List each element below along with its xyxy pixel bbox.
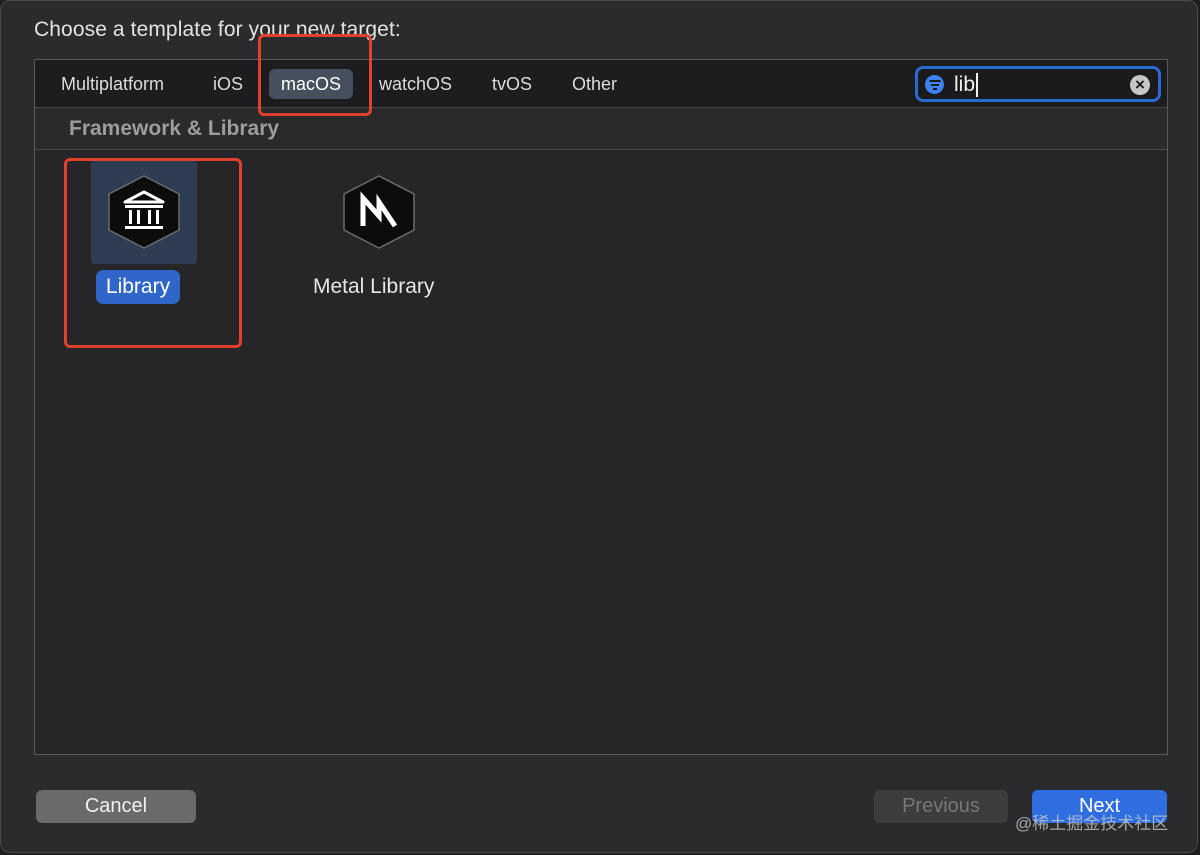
template-library[interactable]: Library: [68, 161, 208, 311]
section-title: Framework & Library: [69, 117, 280, 140]
tab-other[interactable]: Other: [560, 69, 629, 99]
template-metal-library[interactable]: Metal Library: [303, 161, 443, 311]
template-metal-library-label: Metal Library: [313, 275, 435, 298]
template-label: Library: [68, 270, 208, 304]
previous-button[interactable]: Previous: [874, 790, 1008, 823]
platform-tab-bar: Multiplatform iOS macOS watchOS tvOS Oth…: [35, 60, 1167, 108]
filter-icon[interactable]: [925, 75, 944, 94]
tab-watchos[interactable]: watchOS: [367, 69, 464, 99]
clear-icon[interactable]: ×: [1130, 75, 1150, 95]
new-target-sheet: Choose a template for your new target: M…: [0, 0, 1198, 853]
search-input[interactable]: lib: [954, 73, 979, 97]
template-chooser-panel: Multiplatform iOS macOS watchOS tvOS Oth…: [34, 59, 1168, 755]
tab-macos[interactable]: macOS: [269, 69, 354, 99]
library-building-icon: [108, 175, 180, 249]
template-library-label: Library: [95, 270, 181, 304]
cancel-button[interactable]: Cancel: [36, 790, 196, 823]
tab-tvos[interactable]: tvOS: [480, 69, 544, 99]
section-header: Framework & Library: [35, 108, 1167, 150]
tab-multiplatform[interactable]: Multiplatform: [49, 69, 176, 99]
dialog-prompt: Choose a template for your new target:: [34, 18, 401, 41]
template-label: Metal Library: [303, 270, 443, 304]
metal-m-icon: [343, 175, 415, 249]
watermark: @稀土掘金技术社区: [1015, 814, 1169, 833]
tab-ios[interactable]: iOS: [201, 69, 255, 99]
template-search-field[interactable]: lib ×: [915, 66, 1161, 102]
